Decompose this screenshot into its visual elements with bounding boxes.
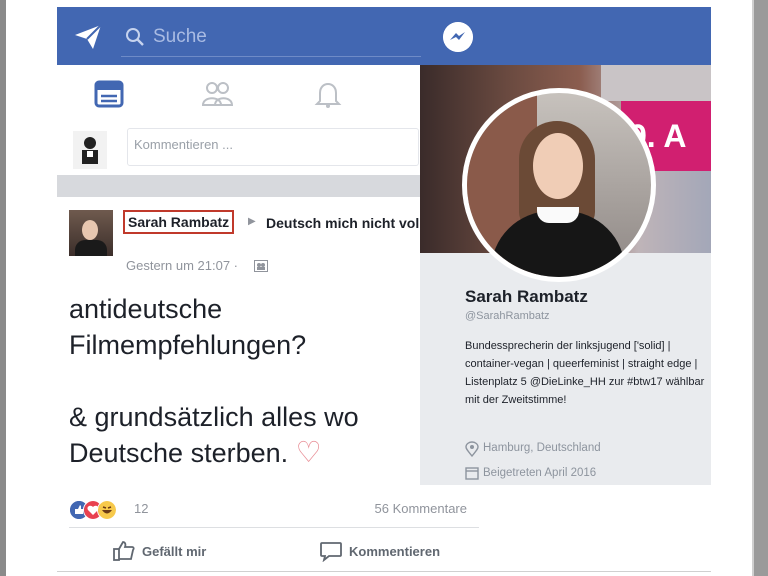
comment-count-link[interactable]: 56 Kommentare — [375, 501, 468, 516]
feed-tab-bar — [57, 65, 420, 124]
friends-icon[interactable] — [201, 79, 233, 109]
post-timestamp[interactable]: Gestern um 21:07 · — [126, 258, 238, 273]
notifications-bell-icon[interactable] — [312, 79, 344, 109]
post-group-name[interactable]: Deutsch mich nicht voll — [266, 213, 426, 233]
joined-text: Beigetreten April 2016 — [483, 467, 597, 479]
messenger-icon[interactable] — [443, 22, 473, 52]
profile-handle[interactable]: @SarahRambatz — [465, 310, 550, 322]
send-icon[interactable] — [73, 23, 103, 51]
location-pin-icon — [465, 441, 479, 457]
thumbs-up-icon — [113, 541, 135, 561]
search-input[interactable]: Suche — [153, 26, 207, 48]
reaction-count: 12 — [134, 501, 149, 516]
like-button[interactable]: Gefällt mir — [112, 541, 232, 564]
arrow-right-icon: ▶ — [248, 216, 256, 227]
search-underline — [121, 56, 421, 57]
comment-input[interactable]: Kommentieren ... — [127, 128, 419, 166]
feed-separator — [57, 175, 420, 197]
profile-location: Hamburg, Deutschland — [465, 441, 665, 457]
comment-placeholder: Kommentieren ... — [134, 137, 233, 152]
audience-group-icon — [254, 260, 268, 272]
profile-joined: Beigetreten April 2016 — [465, 466, 665, 482]
search-bar[interactable]: Suche — [121, 17, 441, 57]
news-feed-icon[interactable] — [93, 79, 125, 109]
profile-card: Sarah Rambatz @SarahRambatz Bundessprech… — [420, 253, 711, 485]
heart-emoji-icon: ♡ — [295, 437, 322, 469]
cover-sky — [601, 65, 711, 101]
post-body: antideutsche Filmempfehlungen? & grundsä… — [69, 291, 409, 471]
avatar-figure-icon — [82, 137, 98, 164]
haha-reaction-icon — [97, 500, 117, 520]
photo-frame-right — [754, 0, 768, 576]
calendar-icon — [465, 467, 479, 480]
comment-label: Kommentieren — [349, 544, 441, 559]
profile-name: Sarah Rambatz — [465, 287, 588, 306]
location-text: Hamburg, Deutschland — [483, 442, 601, 454]
photo-frame-left — [0, 0, 6, 576]
avatar-body — [75, 240, 107, 256]
profile-avatar[interactable] — [462, 88, 656, 282]
screenshot-bottom-border — [57, 571, 711, 572]
post-text-line1: antideutsche Filmempfehlungen? — [69, 294, 307, 360]
avatar-face — [533, 133, 583, 199]
comment-row: Kommentieren ... — [57, 123, 420, 175]
author-avatar[interactable] — [69, 210, 113, 256]
post-author-name[interactable]: Sarah Rambatz — [123, 210, 235, 234]
search-icon — [126, 28, 144, 46]
comment-button[interactable]: Kommentieren — [319, 542, 459, 564]
avatar-collar — [537, 207, 579, 223]
reactions-bar[interactable]: 12 56 Kommentare — [69, 497, 489, 523]
comment-bubble-icon — [320, 542, 342, 562]
avatar-face — [82, 220, 98, 240]
top-navigation-bar: Suche — [57, 7, 711, 65]
commenter-avatar — [73, 131, 107, 169]
like-label: Gefällt mir — [142, 544, 207, 559]
post-divider — [69, 527, 479, 528]
profile-bio: Bundessprecherin der linksjugend ['solid… — [465, 340, 705, 406]
